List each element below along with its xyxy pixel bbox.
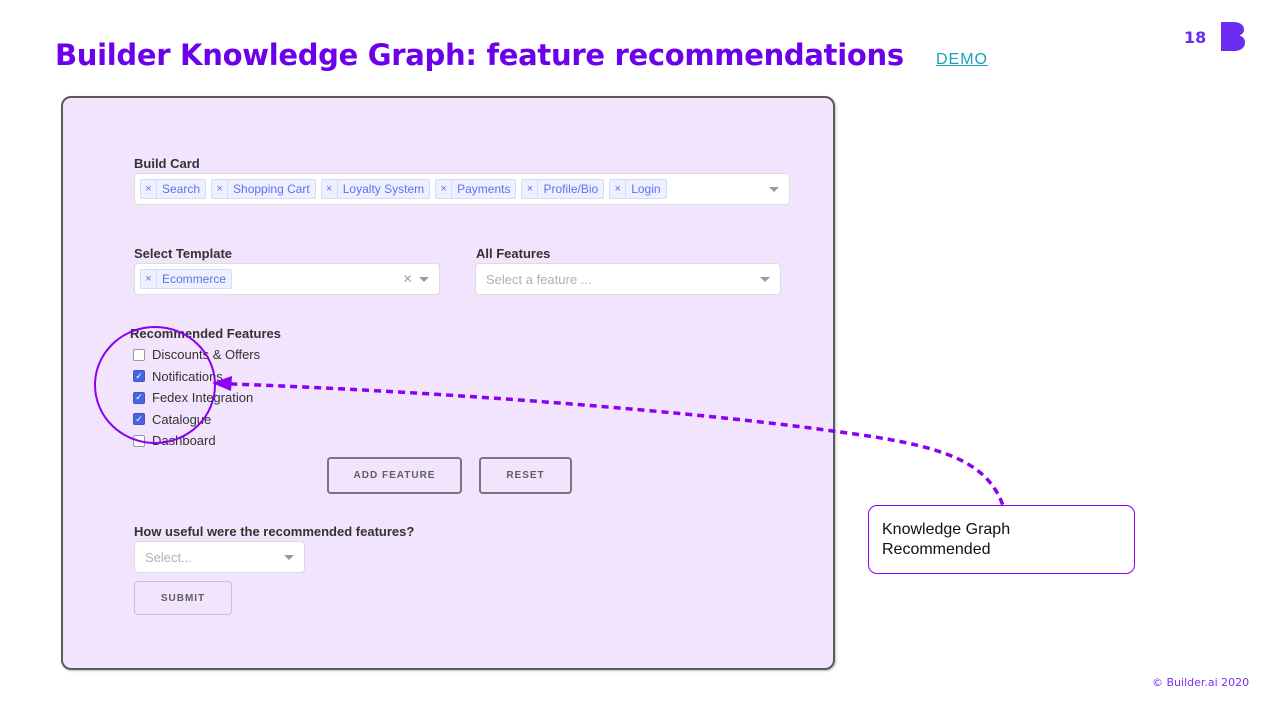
recommended-features-list: Discounts & Offers ✓ Notifications ✓ Fed… <box>133 344 260 452</box>
select-template-select[interactable]: × Ecommerce × <box>134 263 440 295</box>
feature-label: Dashboard <box>152 433 216 449</box>
chip-profile-bio: × Profile/Bio <box>521 179 605 199</box>
chip-remove-icon[interactable]: × <box>141 270 157 288</box>
select-template-label: Select Template <box>134 246 233 261</box>
feature-label: Discounts & Offers <box>152 347 261 363</box>
builder-logo-icon <box>1221 22 1245 51</box>
callout-line-1: Knowledge Graph <box>882 521 1011 538</box>
all-features-label: All Features <box>476 246 551 261</box>
build-card-select[interactable]: × Search × Shopping Cart × Loyalty Syste… <box>134 173 790 205</box>
chip-login: × Login <box>609 179 667 199</box>
knowledge-graph-callout: Knowledge Graph Recommended <box>868 505 1135 574</box>
page-number: 18 <box>1184 28 1207 47</box>
clear-icon[interactable]: × <box>403 271 412 288</box>
feedback-question: How useful were the recommended features… <box>134 524 415 539</box>
chip-remove-icon[interactable]: × <box>212 180 229 198</box>
reset-button[interactable]: RESET <box>479 457 572 494</box>
checkbox-unchecked[interactable] <box>133 434 145 447</box>
checkbox-checked[interactable]: ✓ <box>133 413 145 426</box>
chip-label: Ecommerce <box>162 272 227 286</box>
checkbox-checked[interactable]: ✓ <box>133 370 145 383</box>
add-feature-button[interactable]: ADD FEATURE <box>327 457 462 494</box>
chevron-down-icon[interactable] <box>284 555 294 560</box>
chip-remove-icon[interactable]: × <box>610 180 627 198</box>
feedback-select[interactable]: Select... <box>134 541 305 573</box>
chip-ecommerce: × Ecommerce <box>140 269 233 289</box>
feature-label: Catalogue <box>152 411 212 427</box>
checkbox-unchecked[interactable] <box>133 348 145 361</box>
chevron-down-icon[interactable] <box>760 277 770 282</box>
chip-label: Loyalty System <box>342 182 425 196</box>
chip-loyalty-system: × Loyalty System <box>320 179 431 199</box>
chip-label: Login <box>631 182 661 196</box>
chip-search: × Search <box>140 179 207 199</box>
feature-notifications[interactable]: ✓ Notifications <box>133 366 260 388</box>
chip-label: Shopping Cart <box>233 182 310 196</box>
demo-ui-panel: Build Card × Search × Shopping Cart × Lo… <box>61 96 835 670</box>
chip-remove-icon[interactable]: × <box>322 180 338 198</box>
chip-label: Profile/Bio <box>543 182 599 196</box>
feature-dashboard[interactable]: Dashboard <box>133 430 260 452</box>
feature-fedex-integration[interactable]: ✓ Fedex Integration <box>133 387 260 409</box>
feedback-placeholder: Select... <box>145 549 192 565</box>
build-card-label: Build Card <box>134 156 200 171</box>
chevron-down-icon[interactable] <box>769 187 779 192</box>
chip-label: Search <box>162 182 201 196</box>
feature-label: Notifications <box>152 368 223 384</box>
chip-payments: × Payments <box>435 179 517 199</box>
slide-title: Builder Knowledge Graph: feature recomme… <box>55 38 904 72</box>
all-features-placeholder: Select a feature ... <box>486 271 592 287</box>
feature-discounts-offers[interactable]: Discounts & Offers <box>133 344 260 366</box>
feature-label: Fedex Integration <box>152 390 254 406</box>
callout-line-2: Recommended <box>882 541 991 558</box>
checkbox-checked[interactable]: ✓ <box>133 391 145 404</box>
submit-button[interactable]: SUBMIT <box>134 581 232 615</box>
demo-link[interactable]: DEMO <box>936 51 988 69</box>
all-features-select[interactable]: Select a feature ... <box>475 263 781 295</box>
chip-remove-icon[interactable]: × <box>522 180 539 198</box>
feature-catalogue[interactable]: ✓ Catalogue <box>133 409 260 431</box>
chip-shopping-cart: × Shopping Cart <box>211 179 316 199</box>
copyright: © Builder.ai 2020 <box>1152 676 1250 689</box>
chip-label: Payments <box>457 182 511 196</box>
chevron-down-icon[interactable] <box>419 277 429 282</box>
chip-remove-icon[interactable]: × <box>141 180 157 198</box>
chip-remove-icon[interactable]: × <box>436 180 453 198</box>
recommended-features-label: Recommended Features <box>130 326 281 341</box>
